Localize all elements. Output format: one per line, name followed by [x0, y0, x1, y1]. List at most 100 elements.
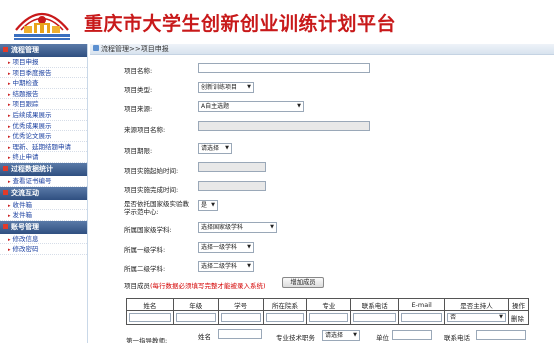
sidebar-item-tracking[interactable]: ▸ 项目跟踪 — [0, 99, 87, 110]
end-time-label: 项目实施完成时间: — [124, 186, 179, 194]
member-major-input[interactable] — [309, 313, 349, 322]
member-name-input[interactable] — [129, 313, 171, 322]
arrow-right-icon: ▸ — [8, 60, 11, 66]
chevron-down-icon: ▼ — [211, 202, 215, 208]
project-type-label: 项目类型: — [124, 86, 153, 94]
arrow-right-icon: ▸ — [8, 202, 11, 209]
col-email: E-mail — [398, 298, 446, 311]
site-title: 重庆市大学生创新创业训练计划平台 — [84, 13, 397, 35]
project-source-label: 项目来源: — [124, 105, 153, 113]
sidebar-item-extension[interactable]: ▸ 理新、延期结题申请 — [0, 142, 87, 153]
col-major: 专业 — [306, 298, 352, 311]
sidebar-item-inbox[interactable]: ▸ 收件箱 — [0, 200, 87, 211]
project-name-label: 项目名称: — [124, 67, 153, 75]
member-department-input[interactable] — [265, 313, 305, 322]
source-project-name-input[interactable] — [198, 121, 370, 131]
folder-icon — [93, 45, 99, 51]
sidebar-section-stats[interactable]: 过程数据统计 — [0, 162, 87, 176]
start-time-label: 项目实施起始时间: — [124, 167, 179, 175]
chevron-down-icon: ▼ — [225, 145, 229, 151]
sidebar-item-excellent-papers[interactable]: ▸ 优秀论文展示 — [0, 131, 87, 142]
arrow-right-icon: ▸ — [8, 134, 11, 141]
member-email-input[interactable] — [401, 313, 443, 322]
arrow-right-icon: ▸ — [8, 112, 11, 119]
arrow-right-icon: ▸ — [8, 144, 11, 151]
members-label: 项目成员(每行数据必须填写完整才能被录入系统) — [124, 282, 266, 290]
col-phone: 联系电话 — [350, 298, 400, 311]
advisor-name-label: 姓名 — [198, 333, 211, 341]
advisor-phone-label: 联系电话 — [444, 334, 470, 342]
period-label: 项目期限: — [124, 147, 153, 155]
section-bullet-icon — [3, 189, 8, 195]
period-select[interactable]: 请选择 ▼ — [198, 143, 232, 154]
arrow-right-icon: ▸ — [8, 102, 11, 109]
main-content: 流程管理>>项目申报 项目名称: 项目类型: 创新训练项目 ▼ 项目来源: A自主… — [90, 44, 554, 343]
sidebar-item-follow-up[interactable]: ▸ 后续成果展示 — [0, 110, 87, 121]
advisor-unit-input[interactable] — [392, 330, 432, 340]
rely-center-select[interactable]: 是 ▼ — [198, 200, 218, 211]
col-host: 是否主持人 — [444, 298, 509, 311]
project-type-select[interactable]: 创新训练项目 ▼ — [198, 82, 254, 93]
member-phone-input[interactable] — [353, 313, 397, 322]
table-header-row: 姓名 年级 学号 所在院系 专业 联系电话 E-mail 是否主持人 操作 — [126, 298, 530, 311]
project-name-input[interactable] — [198, 63, 370, 73]
arrow-right-icon: ▸ — [8, 123, 11, 130]
sidebar-section-process[interactable]: 流程管理 — [0, 44, 87, 57]
rely-center-label-2: 学示范中心: — [124, 208, 159, 216]
sidebar-section-account[interactable]: 账号管理 — [0, 220, 87, 234]
end-time-input[interactable] — [198, 181, 266, 191]
national-discipline-select[interactable]: 选择国家级学科 ▼ — [198, 222, 277, 233]
sidebar-item-quarterly[interactable]: ▸ 项目季度报告 — [0, 68, 87, 79]
member-id-input[interactable] — [220, 313, 261, 322]
sidebar: 流程管理 ▸ 项目申报 ▸ 项目季度报告 ▸ 中期检查 ▸ 结题报告 ▸ 项目跟踪 ▸ 后续… — [0, 44, 88, 343]
chevron-down-icon: ▼ — [297, 103, 301, 109]
sidebar-item-edit-info[interactable]: ▸ 修改信息 — [0, 234, 87, 245]
chevron-down-icon: ▼ — [353, 332, 357, 338]
national-discipline-label: 所属国家级学科: — [124, 226, 172, 234]
member-host-select[interactable]: 否 ▼ — [447, 313, 506, 322]
arrow-right-icon: ▸ — [8, 91, 11, 98]
arrow-right-icon: ▸ — [8, 236, 11, 243]
add-member-button[interactable]: 增加成员 — [282, 277, 324, 288]
level2-discipline-label: 所属二级学科: — [124, 265, 166, 273]
arrow-right-icon: ▸ — [8, 81, 11, 88]
sidebar-item-change-password[interactable]: ▸ 修改密码 — [0, 244, 87, 255]
arrow-right-icon: ▸ — [8, 155, 11, 162]
advisor-title-select[interactable]: 请选择 ▼ — [322, 330, 360, 341]
members-note: (每行数据必须填写完整才能被录入系统) — [150, 282, 266, 290]
project-source-select[interactable]: A自主选题 ▼ — [198, 101, 304, 112]
arrow-right-icon: ▸ — [8, 213, 11, 220]
section-bullet-icon — [3, 165, 8, 171]
level2-discipline-select[interactable]: 选择二级学科 ▼ — [198, 261, 254, 272]
members-table: 姓名 年级 学号 所在院系 专业 联系电话 E-mail 是否主持人 操作 否 ▼… — [126, 298, 530, 325]
delete-link[interactable]: 删除 — [507, 310, 530, 325]
chevron-down-icon: ▼ — [270, 224, 274, 230]
arrow-right-icon: ▸ — [8, 178, 11, 185]
start-time-input[interactable] — [198, 162, 266, 172]
col-name: 姓名 — [126, 298, 174, 311]
sidebar-item-midterm[interactable]: ▸ 中期检查 — [0, 78, 87, 89]
sidebar-item-outbox[interactable]: ▸ 发件箱 — [0, 210, 87, 221]
breadcrumb: 流程管理>>项目申报 — [90, 44, 554, 55]
advisor-name-input[interactable] — [218, 329, 262, 339]
sidebar-section-messages[interactable]: 交流互动 — [0, 186, 87, 200]
sidebar-item-excellent-results[interactable]: ▸ 优秀成果展示 — [0, 121, 87, 132]
advisor-unit-label: 单位 — [376, 334, 389, 342]
advisor-phone-input[interactable] — [476, 330, 526, 340]
sidebar-item-apply[interactable]: ▸ 项目申报 — [0, 57, 87, 68]
sidebar-item-terminate[interactable]: ▸ 终止申请 — [0, 152, 87, 163]
chevron-down-icon: ▼ — [247, 263, 251, 269]
chevron-down-icon: ▼ — [247, 244, 251, 250]
col-action: 操作 — [507, 298, 530, 311]
member-grade-input[interactable] — [175, 313, 216, 322]
arrow-right-icon: ▸ — [8, 247, 11, 254]
source-project-name-label: 来源项目名称: — [124, 126, 166, 134]
chevron-down-icon: ▼ — [499, 314, 503, 320]
sidebar-item-certificate[interactable]: ▸ 查看证书编号 — [0, 176, 87, 187]
sidebar-item-final-report[interactable]: ▸ 结题报告 — [0, 89, 87, 100]
col-department: 所在院系 — [262, 298, 308, 311]
level1-discipline-select[interactable]: 选择一级学科 ▼ — [198, 242, 254, 253]
level1-discipline-label: 所属一级学科: — [124, 246, 166, 254]
section-bullet-icon — [3, 47, 8, 52]
col-grade: 年级 — [172, 298, 219, 311]
